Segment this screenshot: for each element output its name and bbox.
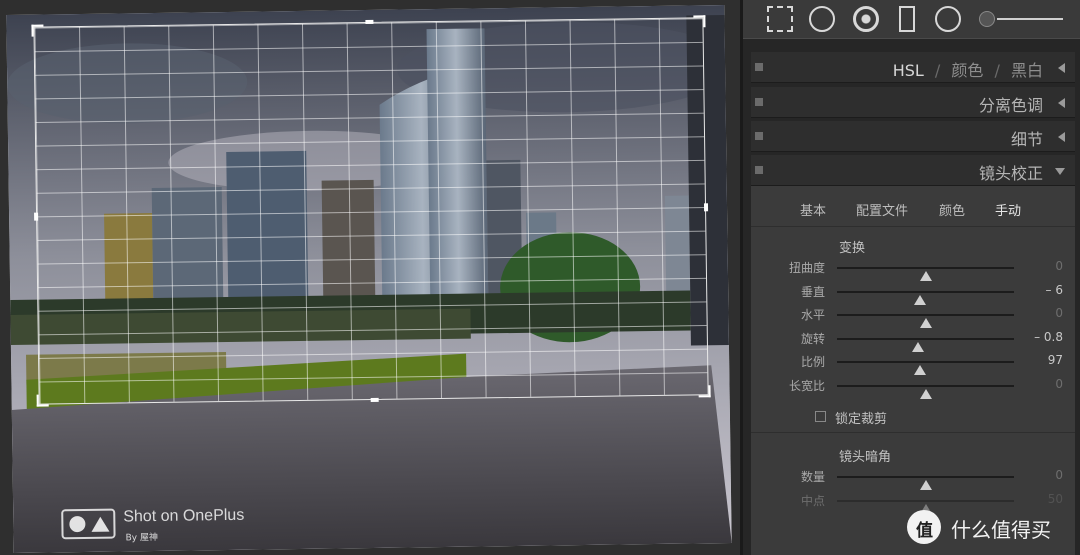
title-divider: / bbox=[994, 61, 1000, 80]
crop-corner-bottom-left[interactable] bbox=[36, 394, 49, 407]
slider-track[interactable] bbox=[837, 290, 1014, 305]
slider-row: 旋转 – 0.8 bbox=[751, 329, 1075, 352]
slider-label: 数量 bbox=[800, 470, 825, 484]
slider-row: 数量 0 bbox=[751, 467, 1075, 490]
tool-strip bbox=[743, 0, 1080, 39]
collapse-triangle-icon[interactable] bbox=[1058, 63, 1065, 73]
title-divider: / bbox=[934, 61, 941, 80]
lens-corrections-body: 基本 配置文件 颜色 手动 变换 扭曲度 0 垂直 – 6 水平 0 旋转 – 0.8 比例 97… bbox=[751, 186, 1075, 555]
slider-label: 长宽比 bbox=[788, 379, 825, 393]
watermark-text: Shot on OnePlus bbox=[123, 506, 245, 526]
section-toggle-switch[interactable] bbox=[755, 132, 763, 140]
graduated-filter-icon[interactable] bbox=[899, 6, 915, 32]
slider-thumb-icon[interactable] bbox=[919, 389, 932, 399]
crop-handle-left[interactable] bbox=[34, 212, 39, 221]
crop-handle-right[interactable] bbox=[703, 203, 709, 212]
section-toggle-switch[interactable] bbox=[755, 63, 763, 71]
slider-thumb-icon[interactable] bbox=[914, 294, 927, 305]
slider-thumb-icon[interactable] bbox=[912, 341, 925, 352]
slider-label: 垂直 bbox=[800, 284, 825, 299]
red-eye-icon[interactable] bbox=[853, 6, 879, 32]
section-title: 分离色调 bbox=[978, 96, 1043, 115]
slider-label: 水平 bbox=[800, 308, 825, 323]
tab-profile[interactable]: 配置文件 bbox=[856, 200, 908, 219]
lock-crop-label: 锁定裁剪 bbox=[835, 412, 888, 427]
crop-corner-top-right[interactable] bbox=[693, 15, 706, 28]
section-title-hsl: HSL / 颜色 / 黑白 bbox=[893, 57, 1043, 81]
section-toggle-switch[interactable] bbox=[755, 166, 763, 174]
photo-frame: Shot on OnePlus By 屋神 bbox=[6, 5, 732, 553]
divider bbox=[751, 432, 1075, 433]
brand-name: 什么值得买 bbox=[951, 518, 1051, 542]
slider-label: 比例 bbox=[800, 355, 825, 370]
slider-value[interactable]: 97 bbox=[1048, 353, 1063, 367]
slider-track[interactable] bbox=[837, 476, 1014, 490]
crop-handle-top[interactable] bbox=[365, 19, 374, 25]
slider-label: 中点 bbox=[800, 493, 825, 508]
slider-row: 垂直 – 6 bbox=[751, 282, 1075, 305]
slider-value[interactable]: 0 bbox=[1055, 306, 1063, 320]
slider-track[interactable] bbox=[837, 337, 1014, 352]
collapse-triangle-icon[interactable] bbox=[1058, 98, 1065, 108]
transform-group-title: 变换 bbox=[839, 241, 866, 256]
section-lens-corrections[interactable]: 镜头校正 bbox=[751, 155, 1075, 186]
brand-logo-char: 值 bbox=[916, 521, 933, 541]
slider-value[interactable]: 0 bbox=[1055, 468, 1063, 482]
slider-track[interactable] bbox=[837, 499, 1014, 514]
slider-track[interactable] bbox=[837, 385, 1014, 399]
crop-overlay[interactable] bbox=[31, 15, 711, 407]
slider-row: 长宽比 0 bbox=[751, 376, 1075, 399]
develop-panel: HSL / 颜色 / 黑白 分离色调 细节 镜头校正 基本 配置文件 颜色 手动… bbox=[740, 0, 1080, 555]
slider-label: 旋转 bbox=[800, 331, 825, 346]
slider-value[interactable]: 50 bbox=[1048, 492, 1063, 506]
slider-value[interactable]: – 0.8 bbox=[1034, 330, 1063, 344]
section-hsl[interactable]: HSL / 颜色 / 黑白 bbox=[751, 52, 1075, 83]
collapse-triangle-icon[interactable] bbox=[1058, 132, 1065, 142]
section-toggle-switch[interactable] bbox=[755, 98, 763, 106]
expand-triangle-icon[interactable] bbox=[1055, 168, 1065, 175]
spot-removal-icon[interactable] bbox=[809, 6, 835, 32]
tab-bw[interactable]: 黑白 bbox=[1011, 61, 1043, 80]
tab-color[interactable]: 颜色 bbox=[939, 200, 965, 219]
brush-size-slider[interactable] bbox=[979, 11, 1063, 27]
vignette-group-title: 镜头暗角 bbox=[839, 450, 892, 465]
tab-hsl[interactable]: HSL bbox=[893, 61, 924, 80]
brand-logo-icon: 值 bbox=[907, 510, 941, 544]
crop-handle-bottom[interactable] bbox=[370, 397, 379, 402]
tab-basic[interactable]: 基本 bbox=[800, 200, 826, 219]
slider-value[interactable]: 0 bbox=[1055, 259, 1063, 273]
section-split-toning[interactable]: 分离色调 bbox=[751, 87, 1075, 118]
tab-color[interactable]: 颜色 bbox=[951, 61, 983, 80]
photo-canvas: Shot on OnePlus By 屋神 bbox=[0, 0, 740, 555]
slider-label: 扭曲度 bbox=[788, 261, 825, 275]
slider-value[interactable]: – 6 bbox=[1046, 283, 1063, 297]
crop-corner-bottom-right[interactable] bbox=[698, 385, 711, 398]
section-title: 细节 bbox=[1010, 130, 1043, 149]
lens-tabs: 基本 配置文件 颜色 手动 bbox=[751, 200, 1075, 220]
crop-overlay-icon[interactable] bbox=[767, 6, 793, 32]
lock-crop-checkbox[interactable] bbox=[815, 411, 826, 422]
tab-manual[interactable]: 手动 bbox=[995, 200, 1021, 219]
slider-thumb-icon[interactable] bbox=[919, 480, 932, 490]
slider-track[interactable] bbox=[837, 361, 1014, 376]
slider-row: 水平 0 bbox=[751, 305, 1075, 329]
section-title: 镜头校正 bbox=[978, 164, 1043, 183]
watermark-author: By 屋神 bbox=[125, 532, 159, 544]
slider-track[interactable] bbox=[837, 314, 1014, 329]
slider-row: 中点 50 bbox=[751, 491, 1075, 514]
slider-track[interactable] bbox=[837, 267, 1014, 281]
slider-thumb-icon[interactable] bbox=[919, 318, 932, 329]
crop-corner-top-left[interactable] bbox=[31, 24, 44, 37]
divider bbox=[751, 226, 1075, 227]
oneplus-camera-icon bbox=[61, 508, 116, 540]
slider-row: 比例 97 bbox=[751, 352, 1075, 376]
slider-thumb-icon[interactable] bbox=[914, 365, 927, 376]
radial-filter-icon[interactable] bbox=[935, 6, 961, 32]
slider-value[interactable]: 0 bbox=[1055, 377, 1063, 391]
slider-row: 扭曲度 0 bbox=[751, 258, 1075, 281]
section-detail[interactable]: 细节 bbox=[751, 121, 1075, 152]
slider-thumb-icon[interactable] bbox=[919, 271, 932, 281]
